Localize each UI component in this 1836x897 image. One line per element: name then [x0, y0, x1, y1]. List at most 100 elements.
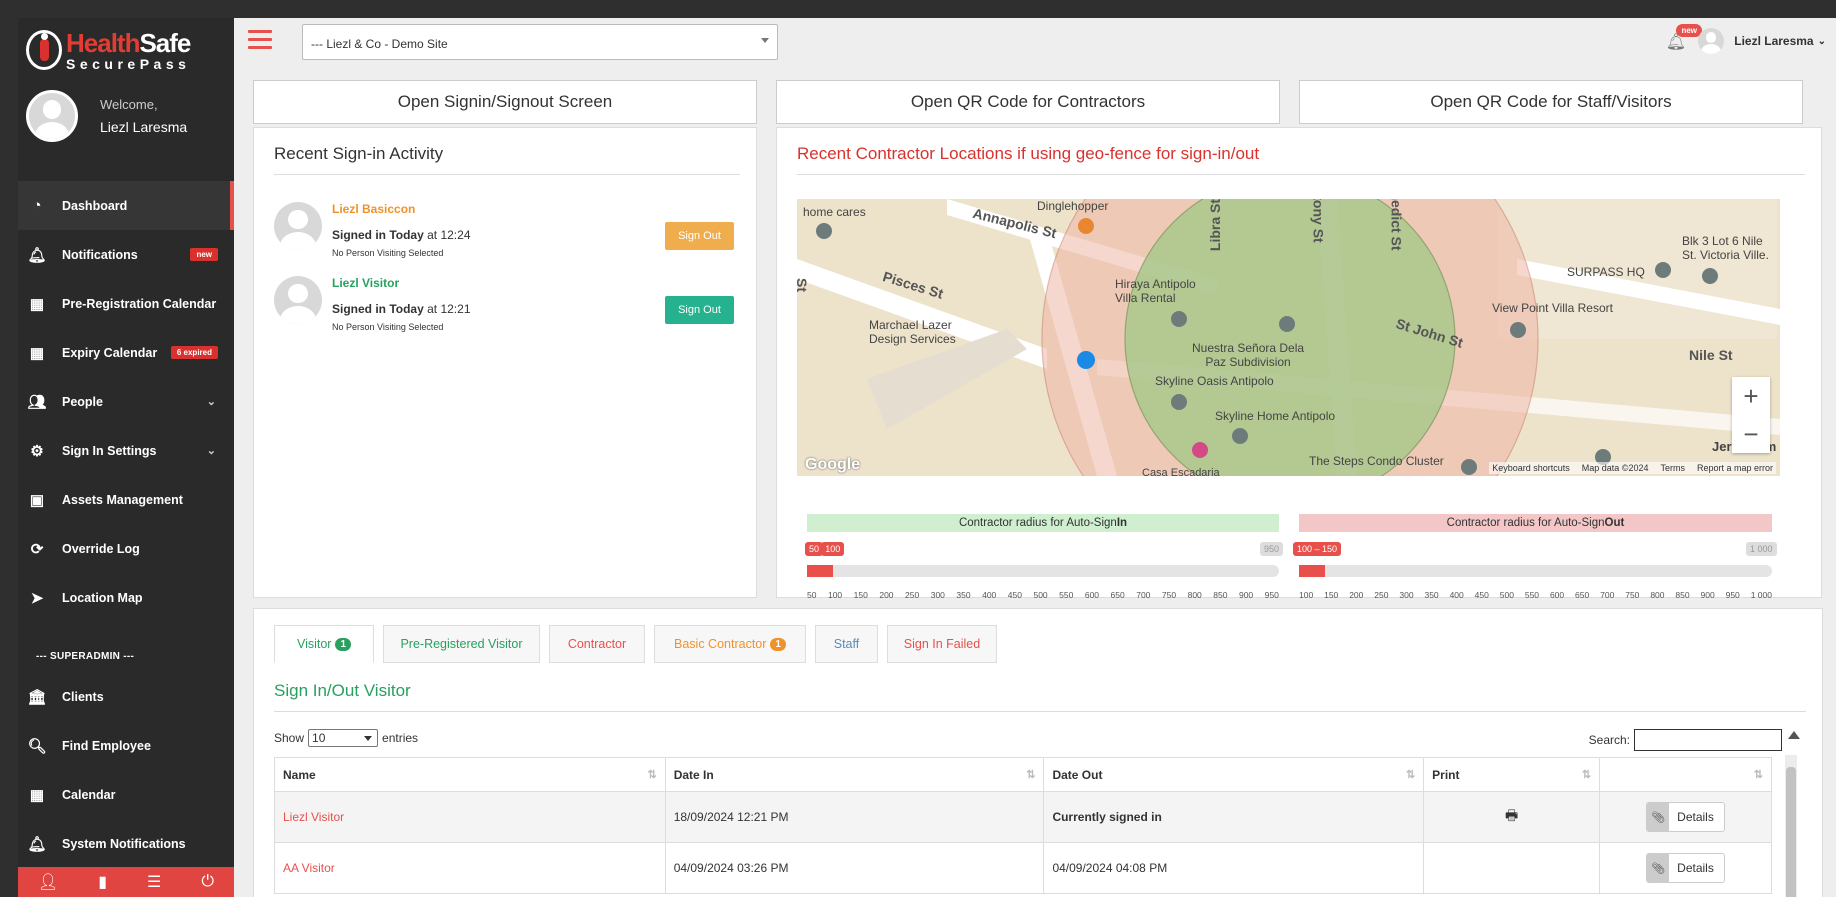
sidebar-nav: ◔ Dashboard 🔔︎ Notifications new ▦ Pre-R…: [18, 181, 234, 622]
print-icon[interactable]: 🖶: [1505, 807, 1518, 823]
details-button[interactable]: 📎︎ Details: [1646, 853, 1725, 883]
keyboard-shortcuts-link[interactable]: Keyboard shortcuts: [1492, 463, 1570, 473]
tick-label: 900: [1700, 590, 1715, 600]
signout-range-value: 100 – 150: [1293, 542, 1342, 556]
open-qr-staff-button[interactable]: Open QR Code for Staff/Visitors: [1299, 80, 1803, 124]
geofence-map[interactable]: home cares Dinglehopper Annapolis St Pis…: [797, 199, 1780, 476]
date-in-cell: 18/09/2024 12:21 PM: [664, 791, 1045, 843]
tick-label: 350: [956, 590, 971, 600]
sidebar-item-label: System Notifications: [62, 836, 186, 851]
map-label: Skyline Oasis Antipolo: [1155, 374, 1274, 388]
sidebar-item-label: Dashboard: [62, 198, 128, 213]
sidebar-item-label: Find Employee: [62, 738, 151, 753]
user-menu[interactable]: Liezl Laresma ⌄: [1698, 28, 1826, 54]
tab-sign-in-failed[interactable]: Sign In Failed: [887, 625, 997, 663]
activity-name[interactable]: Liezl Basiccon: [332, 202, 415, 216]
tick-label: 950: [1264, 590, 1279, 600]
sidebar-item-notifications[interactable]: 🔔︎ Notifications new: [18, 230, 234, 279]
hamburger-menu-icon[interactable]: [248, 30, 272, 50]
bell-icon: 🔔︎: [27, 835, 47, 853]
tab-pre-registered-visitor[interactable]: Pre-Registered Visitor: [383, 625, 540, 663]
sidebar-item-label: Location Map: [62, 590, 143, 605]
sidebar-item-expiry-calendar[interactable]: ▦ Expiry Calendar 6 expired: [18, 328, 234, 377]
column-header-date-in[interactable]: Date In ⇅: [664, 757, 1045, 792]
table-scrollbar[interactable]: [1785, 755, 1797, 897]
sidebar-footer: 👤︎ ▮ ☰ ⏻: [18, 867, 234, 897]
healthsafe-logo-icon: [26, 30, 62, 70]
sidebar-item-location-map[interactable]: ➤ Location Map: [18, 573, 234, 622]
scroll-up-icon[interactable]: [1788, 731, 1800, 739]
tick-label: 850: [1213, 590, 1228, 600]
sidebar-item-dashboard[interactable]: ◔ Dashboard: [18, 181, 234, 230]
terms-link[interactable]: Terms: [1660, 463, 1685, 473]
column-header-name[interactable]: Name ⇅: [274, 757, 666, 792]
column-header-date-out[interactable]: Date Out ⇅: [1043, 757, 1425, 792]
tick-label: 100: [1299, 590, 1314, 600]
tick-label: 150: [853, 590, 868, 600]
zoom-in-button[interactable]: +: [1732, 377, 1770, 415]
sidebar-item-system-notifications[interactable]: 🔔︎ System Notifications: [18, 819, 234, 868]
user-icon[interactable]: 👤︎: [38, 872, 58, 892]
tab-basic-contractor[interactable]: Basic Contractor 1: [654, 625, 806, 663]
sign-out-button[interactable]: Sign Out: [665, 296, 734, 324]
map-label: Blk 3 Lot 6 Nile St. Victoria Ville.: [1682, 234, 1769, 262]
sidebar-item-calendar[interactable]: ▦ Calendar: [18, 770, 234, 819]
list-icon[interactable]: ☰: [147, 872, 161, 892]
date-out-cell: 04/09/2024 04:08 PM: [1043, 842, 1425, 894]
sidebar-admin-nav: 🏛︎ Clients 🔍︎ Find Employee ▦ Calendar 🔔…: [18, 672, 234, 868]
visitor-name-link[interactable]: AA Visitor: [283, 861, 335, 875]
brand-logo[interactable]: HealthSafe SecurePass: [26, 26, 226, 74]
tab-staff[interactable]: Staff: [815, 625, 878, 663]
map-label: Casa Escadaria: [1142, 467, 1220, 476]
map-label: SURPASS HQ: [1567, 265, 1645, 279]
signout-radius-slider[interactable]: [1299, 565, 1772, 577]
signout-radius-range: [1299, 565, 1326, 577]
sidebar-item-label: Expiry Calendar: [62, 345, 158, 360]
tab-contractor[interactable]: Contractor: [549, 625, 645, 663]
sidebar-item-find-employee[interactable]: 🔍︎ Find Employee: [18, 721, 234, 770]
map-label: Dinglehopper: [1037, 199, 1109, 213]
signout-scale-max: 1 000: [1746, 542, 1777, 556]
user-name: Liezl Laresma: [100, 119, 188, 135]
open-signin-screen-button[interactable]: Open Signin/Signout Screen: [253, 80, 757, 124]
column-header-print[interactable]: Print ⇅: [1423, 757, 1601, 792]
tick-label: 300: [930, 590, 945, 600]
sidebar-item-label: Pre-Registration Calendar: [62, 296, 217, 311]
tab-visitor[interactable]: Visitor 1: [274, 625, 374, 663]
book-icon[interactable]: ▮: [98, 872, 107, 892]
map-label: Libra St: [1207, 199, 1224, 252]
avatar: [274, 276, 322, 324]
location-arrow-icon: ➤: [30, 589, 44, 607]
map-label: The Steps Condo Cluster: [1309, 454, 1444, 468]
activity-name[interactable]: Liezl Visitor: [332, 276, 399, 290]
report-map-error-link[interactable]: Report a map error: [1697, 463, 1773, 473]
power-icon[interactable]: ⏻: [201, 873, 214, 891]
map-label: St: [797, 278, 810, 292]
column-header-actions[interactable]: ⇅: [1599, 757, 1772, 792]
open-qr-contractors-button[interactable]: Open QR Code for Contractors: [776, 80, 1280, 124]
panel-title: Recent Contractor Locations if using geo…: [797, 144, 1260, 163]
entries-select[interactable]: 10: [308, 729, 379, 747]
zoom-out-button[interactable]: −: [1732, 415, 1770, 453]
sidebar-item-override-log[interactable]: ⟳ Override Log: [18, 524, 234, 573]
calendar-icon: ▦: [29, 786, 45, 804]
sidebar-item-sign-in-settings[interactable]: ⚙ Sign In Settings ⌄: [18, 426, 234, 475]
dashboard-icon: ◔: [32, 197, 42, 214]
sign-out-button[interactable]: Sign Out: [665, 222, 734, 250]
top-bar: --- Liezl & Co - Demo Site 🔔︎ new Liezl …: [234, 18, 1836, 70]
signin-radius-slider[interactable]: [807, 565, 1279, 577]
sidebar-item-pre-registration-calendar[interactable]: ▦ Pre-Registration Calendar: [18, 279, 234, 328]
visitor-name-link[interactable]: Liezl Visitor: [283, 810, 344, 824]
sidebar-item-clients[interactable]: 🏛︎ Clients: [18, 672, 234, 721]
tick-label: 100: [827, 590, 843, 600]
map-label: View Point Villa Resort: [1492, 301, 1613, 315]
sidebar-user: Welcome, Liezl Laresma: [26, 88, 187, 144]
sidebar-item-assets-management[interactable]: ▣ Assets Management: [18, 475, 234, 524]
details-button[interactable]: 📎︎ Details: [1646, 802, 1725, 832]
google-logo: Google: [805, 456, 861, 473]
new-badge: new: [190, 248, 218, 261]
sidebar-item-people[interactable]: 👥︎ People ⌄: [18, 377, 234, 426]
signout-radius-label: Contractor radius for Auto-Sign Out: [1299, 514, 1772, 532]
site-select[interactable]: --- Liezl & Co - Demo Site: [302, 24, 778, 60]
search-input[interactable]: [1634, 729, 1782, 751]
